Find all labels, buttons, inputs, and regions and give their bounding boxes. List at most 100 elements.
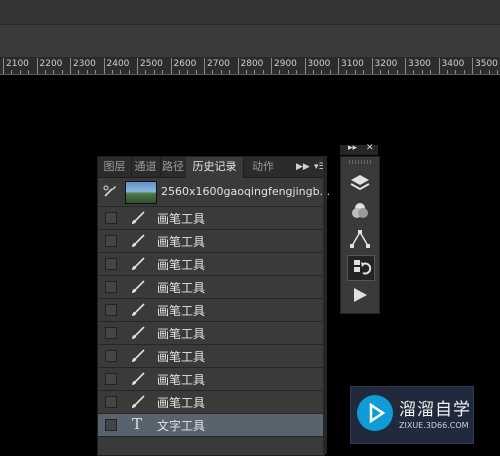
ruler-label: 3200 <box>374 59 398 69</box>
history-source-checkbox[interactable] <box>105 258 117 270</box>
paths-icon[interactable] <box>347 227 373 251</box>
history-item-label: 画笔工具 <box>157 350 206 364</box>
history-item[interactable]: 画笔工具 <box>98 253 324 276</box>
ruler-minor-tick <box>254 70 256 74</box>
history-snapshot[interactable]: 2560x1600gaoqingfengjingb... <box>98 178 330 207</box>
tool-strip-header: ▸▸ ✕ <box>340 143 378 155</box>
brush-icon <box>132 349 145 362</box>
channels-icon[interactable] <box>347 199 373 223</box>
history-source-checkbox[interactable] <box>105 373 117 385</box>
history-source-checkbox[interactable] <box>105 350 117 362</box>
strip-grip[interactable] <box>349 160 371 164</box>
history-source-checkbox[interactable] <box>105 212 117 224</box>
history-source-checkbox[interactable] <box>105 304 117 316</box>
ruler-major-tick <box>371 58 373 74</box>
ruler-minor-tick <box>388 70 390 74</box>
horizontal-ruler: 2100 2200 2300 2400 2500 2600 2700 2800 2900 3000… <box>0 58 500 75</box>
panel-scroll-gutter[interactable] <box>323 156 327 454</box>
ruler-minor-tick <box>11 70 13 74</box>
panel-tab-bar: 图层 通道 路径 历史记录 动作 ▶▶ ▾☰ <box>98 157 327 178</box>
history-item[interactable]: 画笔工具 <box>98 345 324 368</box>
ruler-major-tick <box>103 58 105 74</box>
ruler-major-tick <box>271 58 272 74</box>
close-icon[interactable]: ✕ <box>366 143 374 153</box>
layers-icon[interactable] <box>347 171 373 195</box>
ruler-label: 2200 <box>39 59 63 69</box>
brush-icon <box>132 372 145 385</box>
history-source-checkbox[interactable] <box>105 281 117 293</box>
tab-layers[interactable]: 图层 <box>98 157 132 177</box>
ruler-minor-tick <box>379 70 381 74</box>
brush-icon <box>132 211 145 224</box>
ruler-minor-tick <box>430 70 432 74</box>
ruler-major-tick <box>405 58 406 74</box>
ruler-minor-tick <box>212 70 214 74</box>
ruler-major-tick <box>137 58 138 74</box>
history-source-checkbox[interactable] <box>105 419 117 431</box>
ruler-minor-tick <box>120 70 122 74</box>
ruler-minor-tick <box>220 70 222 74</box>
ruler-minor-tick <box>455 70 457 74</box>
history-item[interactable]: 画笔工具 <box>98 368 324 391</box>
ruler-minor-tick <box>321 70 323 74</box>
text-tool-icon: T <box>132 415 143 433</box>
ruler-minor-tick <box>329 70 331 74</box>
ruler-minor-tick <box>128 70 130 74</box>
ruler-minor-tick <box>354 70 356 74</box>
history-item-label: 画笔工具 <box>157 396 206 410</box>
tab-channels[interactable]: 通道 <box>131 157 161 177</box>
ruler-major-tick <box>472 58 473 74</box>
tab-actions[interactable]: 动作 <box>250 157 276 177</box>
ruler-minor-tick <box>396 70 398 74</box>
history-brush-source-icon[interactable] <box>103 184 117 198</box>
history-item[interactable]: 画笔工具 <box>98 276 324 299</box>
ruler-label: 3100 <box>341 59 364 69</box>
history-item[interactable]: 画笔工具 <box>98 299 324 322</box>
ruler-minor-tick <box>86 70 88 74</box>
ruler-major-tick <box>70 58 71 74</box>
ruler-major-tick <box>338 58 339 74</box>
tab-paths[interactable]: 路径 <box>160 157 187 177</box>
history-item-label: 画笔工具 <box>157 373 206 387</box>
history-item[interactable]: 画笔工具 <box>98 230 324 253</box>
ruler-minor-tick <box>145 70 147 74</box>
history-item[interactable]: 画笔工具 <box>98 207 324 230</box>
ruler-minor-tick <box>111 70 113 74</box>
ruler-minor-tick <box>153 70 155 74</box>
ruler-label: 2900 <box>274 59 297 69</box>
history-source-checkbox[interactable] <box>105 396 117 408</box>
ruler-label: 2100 <box>6 59 29 69</box>
ruler-minor-tick <box>262 70 264 74</box>
ruler-major-tick <box>36 58 38 74</box>
collapse-icon[interactable]: ▸▸ <box>348 143 357 153</box>
ruler-minor-tick <box>187 70 189 74</box>
history-item-label: 画笔工具 <box>157 304 206 318</box>
ruler-major-tick <box>237 58 239 74</box>
application-top-bar <box>0 0 500 25</box>
actions-play-icon[interactable] <box>347 283 373 307</box>
tab-history[interactable]: 历史记录 <box>186 157 244 178</box>
ruler-minor-tick <box>296 70 298 74</box>
history-item-label: 画笔工具 <box>157 212 206 226</box>
history-icon[interactable] <box>347 255 375 281</box>
history-item-label: 画笔工具 <box>157 327 206 341</box>
ruler-minor-tick <box>229 70 231 74</box>
history-item-label: 画笔工具 <box>157 281 206 295</box>
ruler-minor-tick <box>312 70 314 74</box>
brush-icon <box>132 234 145 247</box>
ruler-minor-tick <box>488 70 490 74</box>
ruler-minor-tick <box>363 70 365 74</box>
history-item[interactable]: 画笔工具 <box>98 322 324 345</box>
options-bar <box>0 25 500 58</box>
ruler-minor-tick <box>497 70 499 74</box>
history-item[interactable]: 画笔工具 <box>98 391 324 414</box>
brush-icon <box>132 257 145 270</box>
history-source-checkbox[interactable] <box>105 327 117 339</box>
ruler-minor-tick <box>53 70 55 74</box>
expand-tabs-icon[interactable]: ▶▶ <box>296 159 310 175</box>
ruler-label: 2500 <box>140 59 163 69</box>
watermark-logo: 溜溜自学 ZIXUE.3D66.COM <box>350 386 474 444</box>
ruler-minor-tick <box>421 70 423 74</box>
history-item[interactable]: T 文字工具 <box>98 414 324 437</box>
history-source-checkbox[interactable] <box>105 235 117 247</box>
